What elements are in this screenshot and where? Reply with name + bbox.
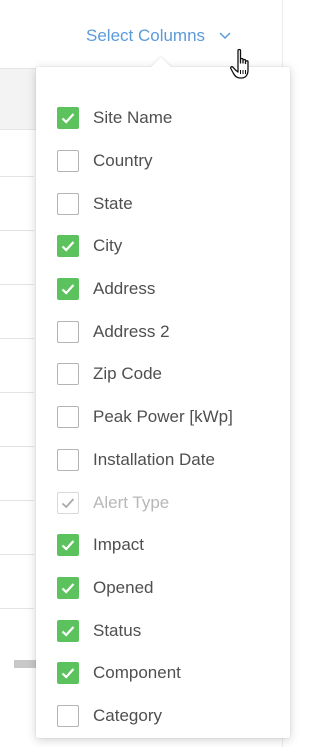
column-option-label: Status [93,620,142,640]
column-option-label: Site Name [93,108,173,128]
column-option-label: Peak Power [kWp] [93,407,233,427]
background-row-divider [0,230,34,231]
column-option-opened[interactable]: Opened [36,567,290,610]
background-row-divider [0,500,34,501]
column-option-label: Alert Type [93,492,170,512]
background-scrollbar [14,660,36,668]
chevron-down-icon [219,30,231,42]
column-option-label: Zip Code [93,364,162,384]
column-option-label: Component [93,663,181,683]
checkbox[interactable] [57,363,79,386]
checkbox [57,491,79,514]
column-options-list: Site Name Country State City Address Add… [36,97,290,737]
column-option-status[interactable]: Status [36,609,290,652]
column-option-label: City [93,236,123,256]
column-option-installation-date[interactable]: Installation Date [36,439,290,482]
column-option-label: State [93,193,133,213]
column-option-label: Address 2 [93,321,170,341]
checkbox[interactable] [57,704,79,727]
column-option-peak-power[interactable]: Peak Power [kWp] [36,396,290,439]
background-row-divider [0,338,34,339]
column-option-city[interactable]: City [36,225,290,268]
background-table-header [0,68,36,130]
column-option-label: Country [93,151,153,171]
background-row-divider [0,392,34,393]
column-option-label: Category [93,705,162,725]
background-row-divider [0,608,34,609]
checkbox[interactable] [57,278,79,301]
background-row-divider [0,284,34,285]
checkbox[interactable] [57,534,79,557]
checkbox[interactable] [57,576,79,599]
checkbox[interactable] [57,619,79,642]
background-row-divider [0,446,34,447]
column-option-address-2[interactable]: Address 2 [36,310,290,353]
checkbox[interactable] [57,235,79,258]
column-option-component[interactable]: Component [36,652,290,695]
column-option-label: Address [93,279,156,299]
column-option-category[interactable]: Category [36,695,290,738]
column-option-label: Opened [93,577,154,597]
checkbox[interactable] [57,662,79,685]
column-option-zip-code[interactable]: Zip Code [36,353,290,396]
column-option-country[interactable]: Country [36,140,290,183]
column-option-label: Installation Date [93,449,215,469]
checkbox[interactable] [57,448,79,471]
column-option-alert-type: Alert Type [36,481,290,524]
column-option-label: Impact [93,535,145,555]
column-option-state[interactable]: State [36,182,290,225]
column-option-impact[interactable]: Impact [36,524,290,567]
checkbox[interactable] [57,406,79,429]
checkbox[interactable] [57,320,79,343]
column-selector-dropdown: Site Name Country State City Address Add… [36,57,290,738]
column-option-address[interactable]: Address [36,268,290,311]
column-option-site-name[interactable]: Site Name [36,97,290,140]
background-row-divider [0,554,34,555]
checkbox[interactable] [57,192,79,215]
checkbox[interactable] [57,150,79,173]
select-columns-label: Select Columns [86,26,206,45]
background-row-divider [0,176,34,177]
select-columns-button[interactable]: Select Columns [86,26,231,46]
checkbox[interactable] [57,107,79,130]
dropdown-caret [151,57,171,77]
